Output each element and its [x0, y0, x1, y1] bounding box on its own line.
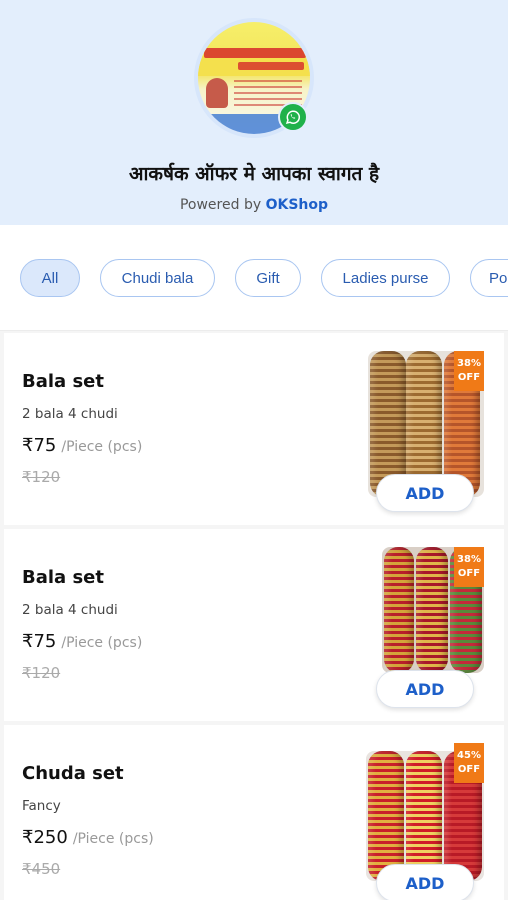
add-to-cart-button[interactable]: ADD — [376, 670, 474, 708]
category-chip-all[interactable]: All — [20, 259, 80, 297]
product-card[interactable]: Bala set 2 bala 4 chudi ₹75/Piece (pcs) … — [4, 529, 504, 721]
product-description: 2 bala 4 chudi — [22, 406, 118, 422]
shop-title: आकर्षक ऑफर मे आपका स्वागत है — [128, 163, 380, 185]
category-chip-chudi-bala[interactable]: Chudi bala — [100, 259, 215, 297]
category-chip-po[interactable]: Po — [470, 259, 508, 297]
product-name: Bala set — [22, 567, 104, 588]
discount-badge: 38% OFF — [454, 547, 484, 587]
price-unit: /Piece (pcs) — [61, 635, 143, 651]
powered-by-text: Powered by OKShop — [0, 197, 508, 213]
product-description: Fancy — [22, 798, 61, 814]
add-to-cart-button[interactable]: ADD — [376, 864, 474, 900]
product-name: Chuda set — [22, 763, 124, 784]
category-chip-ladies-purse[interactable]: Ladies purse — [321, 259, 450, 297]
discount-badge: 45% OFF — [454, 743, 484, 783]
product-name: Bala set — [22, 371, 104, 392]
price-unit: /Piece (pcs) — [61, 439, 143, 455]
product-card[interactable]: Chuda set Fancy ₹250/Piece (pcs) ₹450 45… — [4, 725, 504, 900]
add-to-cart-button[interactable]: ADD — [376, 474, 474, 512]
product-mrp: ₹450 — [22, 860, 61, 878]
price-value: ₹250 — [22, 827, 68, 848]
product-mrp: ₹120 — [22, 664, 61, 682]
price-value: ₹75 — [22, 435, 57, 456]
category-chip-gift[interactable]: Gift — [235, 259, 301, 297]
product-price: ₹250/Piece (pcs) — [22, 827, 154, 848]
product-card[interactable]: Bala set 2 bala 4 chudi ₹75/Piece (pcs) … — [4, 333, 504, 525]
store-header: आकर्षक ऑफर मे आपका स्वागत है Powered by … — [0, 0, 508, 225]
category-filter-bar[interactable]: All Chudi bala Gift Ladies purse Po — [0, 225, 508, 331]
product-price: ₹75/Piece (pcs) — [22, 631, 142, 652]
product-price: ₹75/Piece (pcs) — [22, 435, 142, 456]
product-description: 2 bala 4 chudi — [22, 602, 118, 618]
product-mrp: ₹120 — [22, 468, 61, 486]
whatsapp-icon[interactable] — [278, 102, 308, 132]
price-unit: /Piece (pcs) — [72, 831, 154, 847]
okshop-brand-link[interactable]: OKShop — [266, 197, 328, 213]
powered-by-prefix: Powered by — [179, 197, 262, 213]
discount-badge: 38% OFF — [454, 351, 484, 391]
price-value: ₹75 — [22, 631, 57, 652]
